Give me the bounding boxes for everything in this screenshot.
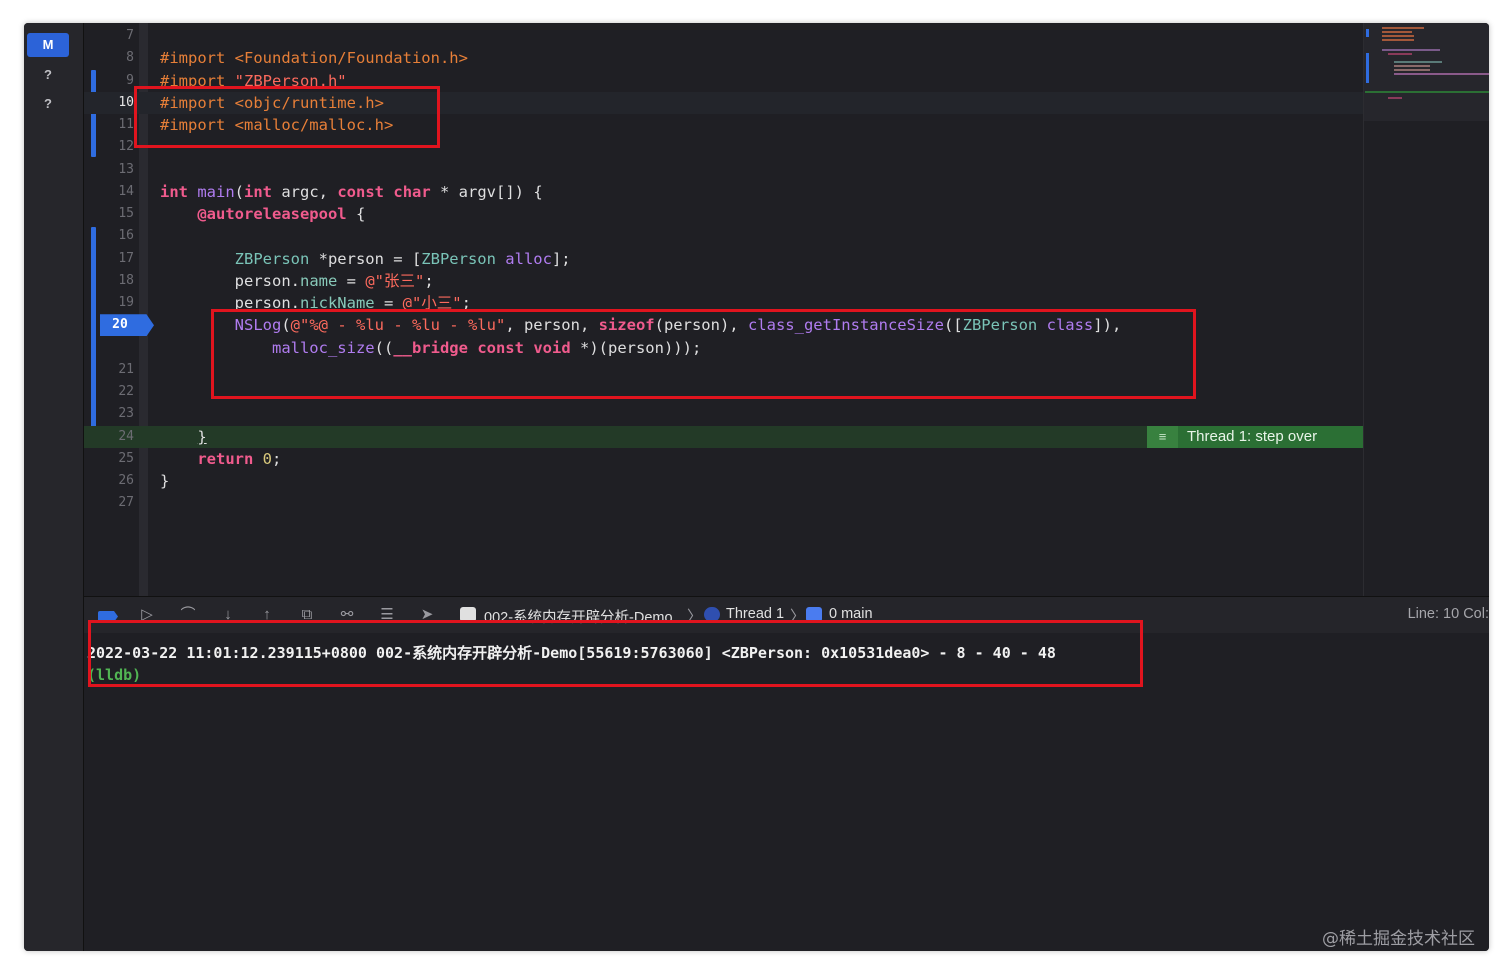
code-line[interactable]: 27 [84, 492, 1363, 514]
annotation-box-nslog [211, 309, 1196, 399]
line-number[interactable]: 26 [84, 470, 134, 492]
code-text[interactable]: } [160, 426, 206, 448]
scm-status-untracked[interactable]: ? [27, 92, 69, 116]
debug-status-banner[interactable]: ≡ Thread 1: step over [1147, 425, 1363, 448]
code-line[interactable]: 16 [84, 225, 1363, 247]
code-text[interactable]: return 0; [160, 448, 281, 470]
line-number[interactable]: 7 [84, 25, 134, 47]
code-text[interactable]: ZBPerson *person = [ZBPerson alloc]; [160, 248, 571, 270]
line-number[interactable]: 10 [84, 92, 134, 114]
code-line[interactable]: 13 [84, 159, 1363, 181]
code-text[interactable]: person.name = @"张三"; [160, 270, 434, 292]
line-number[interactable]: 9 [84, 70, 134, 92]
debug-status-text: Thread 1: step over [1187, 427, 1318, 445]
line-number[interactable]: 17 [84, 248, 134, 270]
code-line[interactable]: 7 [84, 25, 1363, 47]
code-line[interactable]: 15 @autoreleasepool { [84, 203, 1363, 225]
line-number[interactable]: 24 [84, 426, 134, 448]
line-number[interactable]: 23 [84, 403, 134, 425]
code-line[interactable]: 18 person.name = @"张三"; [84, 270, 1363, 292]
line-number: 20 [112, 317, 128, 333]
watermark: @稀土掘金技术社区 [1322, 929, 1475, 949]
line-number[interactable]: 13 [84, 159, 134, 181]
scm-status-untracked[interactable]: ? [27, 63, 69, 87]
code-line[interactable]: 25 return 0; [84, 448, 1363, 470]
line-number[interactable]: 18 [84, 270, 134, 292]
scm-status-modified[interactable]: M [27, 33, 69, 57]
breakpoint-marker[interactable]: 20 [100, 314, 154, 337]
menu-icon: ≡ [1147, 425, 1178, 448]
code-line[interactable]: 17 ZBPerson *person = [ZBPerson alloc]; [84, 248, 1363, 270]
minimap-visible-region[interactable] [1364, 23, 1489, 121]
code-text[interactable]: @autoreleasepool { [160, 203, 365, 225]
line-number[interactable]: 11 [84, 114, 134, 136]
code-text[interactable]: #import <Foundation/Foundation.h> [160, 47, 468, 69]
annotation-box-console [88, 620, 1143, 687]
xcode-window: M ? ? 7 8 #import <Foundation/Foundation.h… [24, 23, 1489, 951]
code-text[interactable]: int main(int argc, const char * argv[]) … [160, 181, 543, 203]
code-line[interactable]: 14 int main(int argc, const char * argv[]… [84, 181, 1363, 203]
line-number[interactable]: 16 [84, 225, 134, 247]
line-number[interactable]: 19 [84, 292, 134, 314]
cursor-position: Line: 10 Col: [1407, 606, 1489, 622]
source-control-status-column: M ? ? [24, 23, 84, 951]
line-number[interactable]: 25 [84, 448, 134, 470]
line-number[interactable]: 27 [84, 492, 134, 514]
code-line[interactable]: 26} [84, 470, 1363, 492]
code-line[interactable]: 23 [84, 403, 1363, 425]
code-line[interactable]: 24 } ≡ Thread 1: step over [84, 425, 1363, 448]
line-number[interactable]: 12 [84, 136, 134, 158]
code-line[interactable]: 8 #import <Foundation/Foundation.h> [84, 47, 1363, 69]
code-text[interactable]: } [160, 470, 169, 492]
annotation-box-imports [134, 86, 440, 148]
line-number[interactable]: 8 [84, 47, 134, 69]
line-number[interactable]: 14 [84, 181, 134, 203]
line-number[interactable]: 21 [84, 359, 134, 381]
line-number[interactable]: 15 [84, 203, 134, 225]
minimap[interactable] [1363, 23, 1489, 596]
line-number[interactable]: 22 [84, 381, 134, 403]
